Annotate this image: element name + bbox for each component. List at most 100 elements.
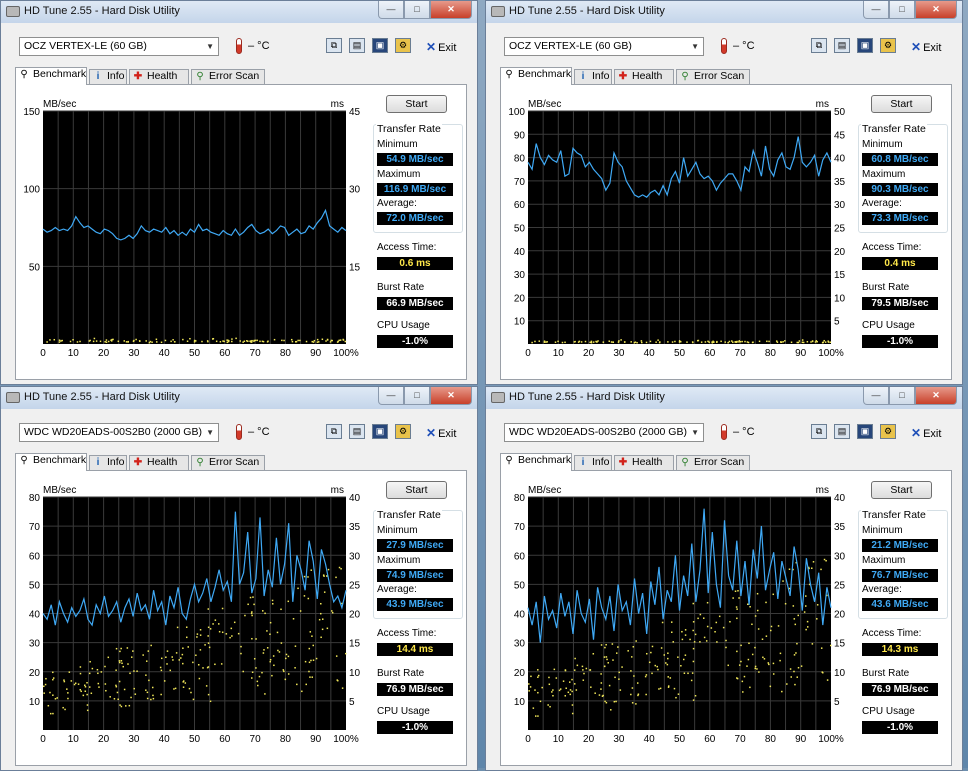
save-icon[interactable]: ▣ <box>857 38 873 53</box>
copy-info-icon[interactable]: ⧉ <box>326 38 342 53</box>
access-time-point <box>148 679 150 682</box>
copy-info-icon[interactable]: ⧉ <box>326 424 342 439</box>
y-tick-label-right: 5 <box>834 317 840 328</box>
tab-health[interactable]: ✚ Health <box>129 455 189 470</box>
close-button[interactable]: ✕ <box>915 387 957 405</box>
access-time-point <box>801 339 804 341</box>
y-tick-label-right: 30 <box>349 185 361 196</box>
tab-error-scan[interactable]: ⚲ Error Scan <box>676 69 750 84</box>
tab-benchmark[interactable]: ⚲ Benchmark <box>500 453 572 471</box>
close-button[interactable]: ✕ <box>430 1 472 19</box>
access-time-point <box>297 339 299 342</box>
x-tick-label: 30 <box>613 734 625 745</box>
start-button[interactable]: Start <box>386 481 447 499</box>
access-time-point <box>311 340 313 343</box>
access-time-point <box>49 339 51 341</box>
access-time-point <box>261 340 264 343</box>
tab-benchmark[interactable]: ⚲ Benchmark <box>15 67 87 85</box>
tab-health[interactable]: ✚ Health <box>614 69 674 84</box>
title-bar[interactable]: HD Tune 2.55 - Hard Disk Utility — □ ✕ <box>1 1 477 23</box>
y-tick-label-right: 30 <box>349 551 361 562</box>
access-time-point <box>257 684 259 687</box>
access-time-point <box>590 340 593 343</box>
exit-button[interactable]: ✕ Exit <box>911 40 941 54</box>
access-time-point <box>743 675 746 678</box>
options-icon[interactable]: ⚙ <box>880 424 896 439</box>
title-bar[interactable]: HD Tune 2.55 - Hard Disk Utility — □ ✕ <box>1 387 477 409</box>
y-tick-label-left: 100 <box>508 107 525 118</box>
options-icon[interactable]: ⚙ <box>880 38 896 53</box>
save-icon[interactable]: ▣ <box>857 424 873 439</box>
access-time-point <box>251 339 253 342</box>
access-time-point <box>770 629 772 632</box>
tab-benchmark[interactable]: ⚲ Benchmark <box>15 453 87 471</box>
tab-info[interactable]: i Info <box>574 69 612 84</box>
start-button[interactable]: Start <box>386 95 447 113</box>
maximize-button[interactable]: □ <box>404 387 430 405</box>
title-bar[interactable]: HD Tune 2.55 - Hard Disk Utility — □ ✕ <box>486 387 962 409</box>
close-button[interactable]: ✕ <box>430 387 472 405</box>
drive-select[interactable]: WDC WD20EADS-00S2B0 (2000 GB) ▼ <box>19 423 219 442</box>
maximize-button[interactable]: □ <box>404 1 430 19</box>
options-icon[interactable]: ⚙ <box>395 424 411 439</box>
tab-error-scan[interactable]: ⚲ Error Scan <box>191 69 265 84</box>
y-tick-label-right: 25 <box>834 224 846 235</box>
access-time-point <box>796 341 798 344</box>
access-time-point <box>331 611 334 614</box>
tab-benchmark[interactable]: ⚲ Benchmark <box>500 67 572 85</box>
start-button[interactable]: Start <box>871 95 932 113</box>
drive-select[interactable]: OCZ VERTEX-LE (60 GB) ▼ <box>504 37 704 56</box>
access-time-point <box>667 652 669 654</box>
copy-screenshot-icon[interactable]: ▤ <box>349 424 365 439</box>
copy-screenshot-icon[interactable]: ▤ <box>834 38 850 53</box>
minimize-button[interactable]: — <box>378 387 404 405</box>
access-time-point <box>310 569 313 571</box>
title-bar[interactable]: HD Tune 2.55 - Hard Disk Utility — □ ✕ <box>486 1 962 23</box>
access-time-point <box>117 698 119 701</box>
maximize-button[interactable]: □ <box>889 1 915 19</box>
tab-info[interactable]: i Info <box>89 455 127 470</box>
exit-button[interactable]: ✕ Exit <box>911 426 941 440</box>
cpu-usage-value: -1.0% <box>377 721 453 734</box>
access-time-point <box>193 339 196 342</box>
close-button[interactable]: ✕ <box>915 1 957 19</box>
minimize-button[interactable]: — <box>378 1 404 19</box>
toolbar: WDC WD20EADS-00S2B0 (2000 GB) ▼ – °C ⧉ ▤ … <box>486 409 962 449</box>
minimize-button[interactable]: — <box>863 387 889 405</box>
access-time-point <box>810 341 812 343</box>
minimize-button[interactable]: — <box>863 1 889 19</box>
copy-info-icon[interactable]: ⧉ <box>811 38 827 53</box>
save-icon[interactable]: ▣ <box>372 38 388 53</box>
transfer-rate-heading: Transfer Rate <box>376 509 442 521</box>
copy-screenshot-icon[interactable]: ▤ <box>349 38 365 53</box>
tab-info[interactable]: i Info <box>574 455 612 470</box>
y-tick-label-right: 45 <box>834 130 846 141</box>
y-tick-label-right: 5 <box>834 697 840 708</box>
access-time-point <box>303 595 306 597</box>
drive-select[interactable]: WDC WD20EADS-00S2B0 (2000 GB) ▼ <box>504 423 704 442</box>
exit-button[interactable]: ✕ Exit <box>426 426 456 440</box>
access-time-point <box>692 647 695 650</box>
copy-info-icon[interactable]: ⧉ <box>811 424 827 439</box>
maximize-button[interactable]: □ <box>889 387 915 405</box>
access-time-point <box>738 340 741 342</box>
tab-health[interactable]: ✚ Health <box>129 69 189 84</box>
access-time-point <box>170 340 172 343</box>
access-time-point <box>251 611 253 613</box>
access-time-point <box>113 698 116 700</box>
options-icon[interactable]: ⚙ <box>395 38 411 53</box>
maximum-value: 90.3 MB/sec <box>862 183 938 196</box>
access-time-point <box>630 341 632 343</box>
access-time-point <box>821 341 824 344</box>
tab-info[interactable]: i Info <box>89 69 127 84</box>
access-time-point <box>83 684 86 687</box>
exit-button[interactable]: ✕ Exit <box>426 40 456 54</box>
copy-screenshot-icon[interactable]: ▤ <box>834 424 850 439</box>
tab-error-scan[interactable]: ⚲ Error Scan <box>676 455 750 470</box>
access-time-point <box>770 625 773 628</box>
tab-health[interactable]: ✚ Health <box>614 455 674 470</box>
save-icon[interactable]: ▣ <box>372 424 388 439</box>
start-button[interactable]: Start <box>871 481 932 499</box>
drive-select[interactable]: OCZ VERTEX-LE (60 GB) ▼ <box>19 37 219 56</box>
tab-error-scan[interactable]: ⚲ Error Scan <box>191 455 265 470</box>
